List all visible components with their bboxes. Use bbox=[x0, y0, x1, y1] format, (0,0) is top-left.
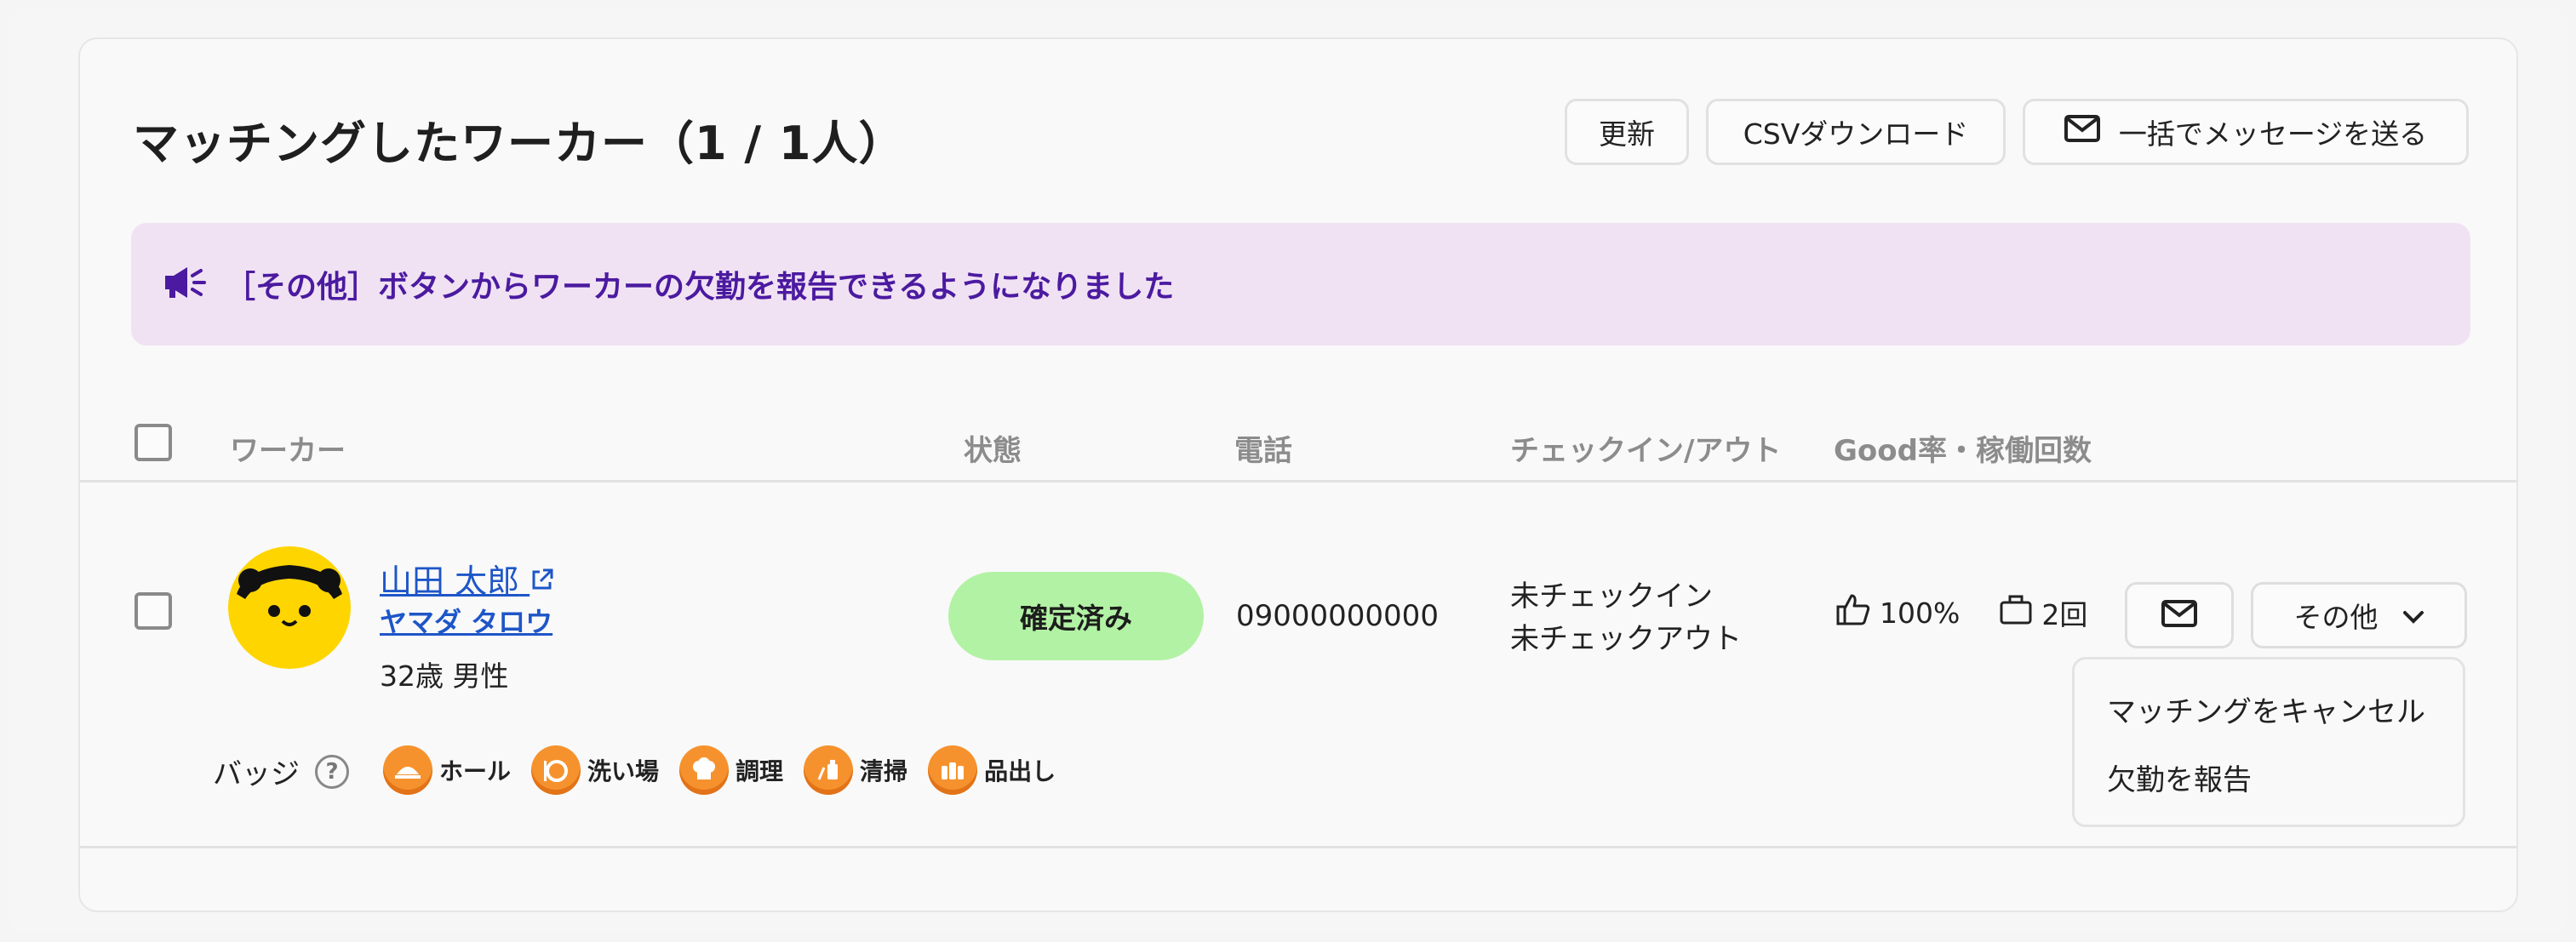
column-status: 状態 bbox=[964, 434, 1022, 468]
notice-text: ［その他］ボタンからワーカーの欠勤を報告できるようになりました bbox=[225, 270, 1175, 305]
matched-workers-card: マッチングしたワーカー（1 / 1人） 更新 CSVダウンロード 一括でメッセー… bbox=[78, 37, 2518, 912]
checkin-status: 未チェックイン 未チェックアウト bbox=[1510, 575, 1742, 660]
bottles-icon bbox=[928, 745, 978, 795]
badge-stocking-label: 品出し bbox=[984, 757, 1056, 785]
header-divider bbox=[80, 480, 2516, 482]
badge-stocking: 品出し bbox=[928, 745, 1056, 795]
column-worker: ワーカー bbox=[230, 434, 346, 468]
work-count: 2回 bbox=[2041, 598, 2088, 631]
status-badge: 確定済み bbox=[948, 572, 1204, 660]
worker-age-gender: 32歳 男性 bbox=[380, 659, 509, 693]
worker-stats: 100% 2回 bbox=[1835, 592, 2087, 633]
avatar bbox=[228, 546, 351, 669]
thumbs-up-icon bbox=[1835, 592, 1871, 633]
badge-hall-label: ホール bbox=[439, 757, 512, 785]
external-link-icon bbox=[530, 562, 555, 600]
page-title: マッチングしたワーカー（1 / 1人） bbox=[133, 117, 906, 170]
badge-section-label: バッジ ? bbox=[213, 751, 349, 792]
megaphone-icon bbox=[162, 264, 206, 305]
worker-name: 山田 太郎 bbox=[380, 562, 520, 600]
badge-cleaning: 清掃 bbox=[804, 745, 907, 795]
badge-list: ホール 洗い場 調理 清掃 品出し bbox=[383, 745, 1056, 795]
column-checkin: チェックイン/アウト bbox=[1510, 434, 1782, 468]
worker-kana-link[interactable]: ヤマダ タロウ bbox=[380, 601, 552, 640]
update-button[interactable]: 更新 bbox=[1565, 99, 1689, 165]
cleaning-icon bbox=[804, 745, 854, 795]
badge-dishwashing: 洗い場 bbox=[531, 745, 659, 795]
chef-hat-icon bbox=[679, 745, 730, 795]
mail-icon bbox=[2064, 115, 2100, 149]
hall-icon bbox=[383, 745, 432, 795]
badge-cleaning-label: 清掃 bbox=[860, 757, 908, 785]
good-rate: 100% bbox=[1880, 596, 1961, 630]
csv-download-button[interactable]: CSVダウンロード bbox=[1706, 99, 2006, 165]
page-background: マッチングしたワーカー（1 / 1人） 更新 CSVダウンロード 一括でメッセー… bbox=[9, 9, 2567, 933]
mail-icon bbox=[2161, 600, 2197, 631]
menu-item-report-absence[interactable]: 欠勤を報告 bbox=[2107, 756, 2252, 798]
bulk-message-button[interactable]: 一括でメッセージを送る bbox=[2023, 99, 2469, 165]
menu-item-cancel-matching[interactable]: マッチングをキャンセル bbox=[2107, 688, 2425, 730]
select-all-checkbox[interactable] bbox=[135, 424, 172, 461]
bulk-message-label: 一括でメッセージを送る bbox=[2118, 117, 2428, 151]
other-dropdown-menu: マッチングをキャンセル 欠勤を報告 bbox=[2072, 657, 2465, 827]
message-button[interactable] bbox=[2125, 582, 2234, 648]
badge-dishwashing-label: 洗い場 bbox=[587, 757, 660, 785]
chevron-down-icon bbox=[2402, 599, 2424, 632]
phone-number: 09000000000 bbox=[1236, 599, 1439, 633]
checkout-text: 未チェックアウト bbox=[1510, 622, 1742, 656]
notice-banner: ［その他］ボタンからワーカーの欠勤を報告できるようになりました bbox=[131, 223, 2470, 345]
table-header: ワーカー 状態 電話 チェックイン/アウト Good率・稼働回数 bbox=[80, 397, 2516, 490]
badge-cooking: 調理 bbox=[679, 745, 783, 795]
column-phone: 電話 bbox=[1234, 434, 1292, 468]
column-good-rate: Good率・稼働回数 bbox=[1834, 434, 2092, 468]
dish-icon bbox=[531, 745, 581, 795]
badge-cooking-label: 調理 bbox=[736, 757, 784, 785]
badge-label: バッジ bbox=[213, 757, 300, 791]
help-icon[interactable]: ? bbox=[315, 754, 349, 789]
row-checkbox[interactable] bbox=[135, 592, 172, 630]
worker-name-link[interactable]: 山田 太郎 bbox=[380, 555, 555, 602]
row-divider bbox=[80, 846, 2516, 848]
briefcase-icon bbox=[1999, 593, 2033, 632]
badge-hall: ホール bbox=[383, 745, 511, 795]
other-label: その他 bbox=[2293, 601, 2379, 634]
other-menu-button[interactable]: その他 bbox=[2251, 582, 2467, 648]
checkin-text: 未チェックイン bbox=[1510, 579, 1713, 614]
